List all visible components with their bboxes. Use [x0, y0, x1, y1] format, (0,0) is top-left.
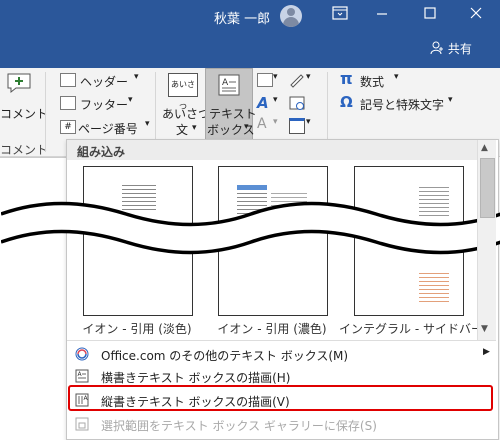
drop-cap-icon: A: [257, 116, 267, 132]
page-number-label: ページ番号: [78, 122, 138, 136]
menu-item-label: 選択範囲をテキスト ボックス ギャラリーに保存(S): [101, 419, 377, 433]
date-time-button[interactable]: [289, 94, 309, 112]
footer-label: フッター: [80, 98, 129, 112]
scroll-up-icon[interactable]: ▲: [481, 143, 488, 153]
menu-divider: [67, 340, 496, 341]
symbols-label: 記号と特殊文字: [360, 98, 445, 112]
calendar-icon: [289, 96, 305, 110]
wordart-icon: A: [257, 94, 269, 112]
equation-button[interactable]: π 数式 ▾: [340, 69, 410, 89]
office-icon: [75, 347, 89, 361]
person-add-icon: [430, 41, 443, 55]
greeting-icon: あいさつ: [168, 73, 198, 111]
thumbnail-caption: イオン - 引用 (淡色): [82, 322, 192, 336]
image-break-wave: [1, 201, 500, 255]
footer-button[interactable]: フッター ▾: [60, 94, 150, 112]
save-selection-icon: [75, 417, 89, 431]
menu-item-label: Office.com のその他のテキスト ボックス(M): [101, 349, 349, 363]
comment-button[interactable]: コメント: [0, 68, 48, 128]
thumbnail-accent-bar: [237, 185, 267, 190]
chevron-down-icon: ▾: [273, 117, 278, 127]
textbox-button[interactable]: A テキスト ボックス ▾: [205, 68, 257, 140]
chevron-down-icon: ▾: [244, 122, 249, 132]
chevron-down-icon: ▾: [448, 95, 453, 105]
greeting-button[interactable]: あいさつ あいさつ 文 ▾: [162, 70, 210, 138]
chevron-down-icon: ▾: [134, 72, 139, 82]
quick-parts-icon: [257, 73, 273, 87]
scrollbar-thumb[interactable]: [480, 158, 495, 218]
ribbon-display-options-icon[interactable]: [328, 6, 352, 26]
chevron-down-icon: ▾: [128, 95, 133, 105]
menu-item-office-more-textboxes[interactable]: Office.com のその他のテキスト ボックス(M) ▶: [67, 343, 496, 365]
thumbnail-caption: インテグラル - サイドバー: [339, 322, 483, 336]
gallery-scrollbar[interactable]: ▲ ▼: [477, 140, 496, 340]
section-title: 組み込み: [77, 145, 126, 159]
greeting-label-line2: 文: [176, 123, 189, 137]
signature-line-button[interactable]: ▾: [289, 71, 313, 89]
scroll-down-icon[interactable]: ▼: [481, 324, 488, 334]
symbol-button[interactable]: Ω 記号と特殊文字 ▾: [340, 93, 458, 112]
minimize-button[interactable]: [370, 6, 394, 26]
chevron-down-icon: ▾: [145, 119, 150, 129]
menu-item-draw-horizontal-textbox[interactable]: A 横書きテキスト ボックスの描画(H): [67, 365, 496, 387]
wordart-button[interactable]: A ▾: [257, 94, 281, 112]
greeting-label: あいさつ: [162, 107, 211, 121]
object-icon: [289, 118, 305, 134]
page-number-icon: #: [60, 120, 76, 134]
quick-parts-button[interactable]: ▾: [257, 71, 281, 89]
header-button[interactable]: ヘッダー ▾: [60, 71, 150, 89]
equation-label: 数式: [360, 75, 385, 89]
omega-icon: Ω: [340, 93, 353, 111]
group-divider: [45, 72, 46, 152]
svg-text:A: A: [222, 78, 229, 88]
object-button[interactable]: ▾: [289, 116, 313, 134]
maximize-button[interactable]: [418, 6, 442, 26]
thumbnail-text-lines: [419, 273, 449, 303]
menu-item-save-selection-to-gallery[interactable]: 選択範囲をテキスト ボックス ギャラリーに保存(S): [67, 413, 496, 435]
close-button[interactable]: [464, 6, 488, 26]
highlight-box: [68, 385, 493, 411]
comment-group-label: コメント: [0, 143, 49, 157]
header-icon: [60, 73, 76, 87]
chevron-down-icon: ▾: [273, 95, 278, 105]
chevron-down-icon: ▾: [306, 117, 311, 127]
chevron-down-icon: ▾: [273, 72, 278, 82]
chevron-down-icon: ▾: [394, 72, 399, 82]
share-button[interactable]: 共有: [430, 40, 472, 57]
gallery-section-header: 組み込み: [67, 140, 477, 160]
signature-icon: [290, 74, 304, 88]
comment-label: コメント: [0, 107, 49, 121]
submenu-arrow-icon: ▶: [483, 347, 490, 357]
chevron-down-icon: ▾: [192, 123, 197, 133]
textbox-label: テキスト: [209, 107, 257, 121]
pi-icon: π: [340, 69, 353, 88]
title-bar: 秋葉 一郎 共有: [0, 0, 500, 68]
header-label: ヘッダー: [80, 75, 129, 89]
drop-cap-button[interactable]: A ▾: [257, 116, 281, 134]
menu-item-label: 横書きテキスト ボックスの描画(H): [101, 371, 291, 385]
footer-icon: [60, 96, 76, 110]
thumbnail-caption: イオン - 引用 (濃色): [217, 322, 327, 336]
chevron-down-icon: ▾: [306, 72, 311, 82]
page-number-button[interactable]: # ページ番号 ▾: [60, 118, 155, 136]
textbox-icon: A: [218, 74, 240, 96]
avatar[interactable]: [280, 5, 302, 27]
horizontal-textbox-icon: A: [75, 369, 89, 383]
comment-icon: [7, 73, 31, 94]
user-name: 秋葉 一郎: [214, 12, 271, 27]
share-label: 共有: [447, 42, 472, 56]
